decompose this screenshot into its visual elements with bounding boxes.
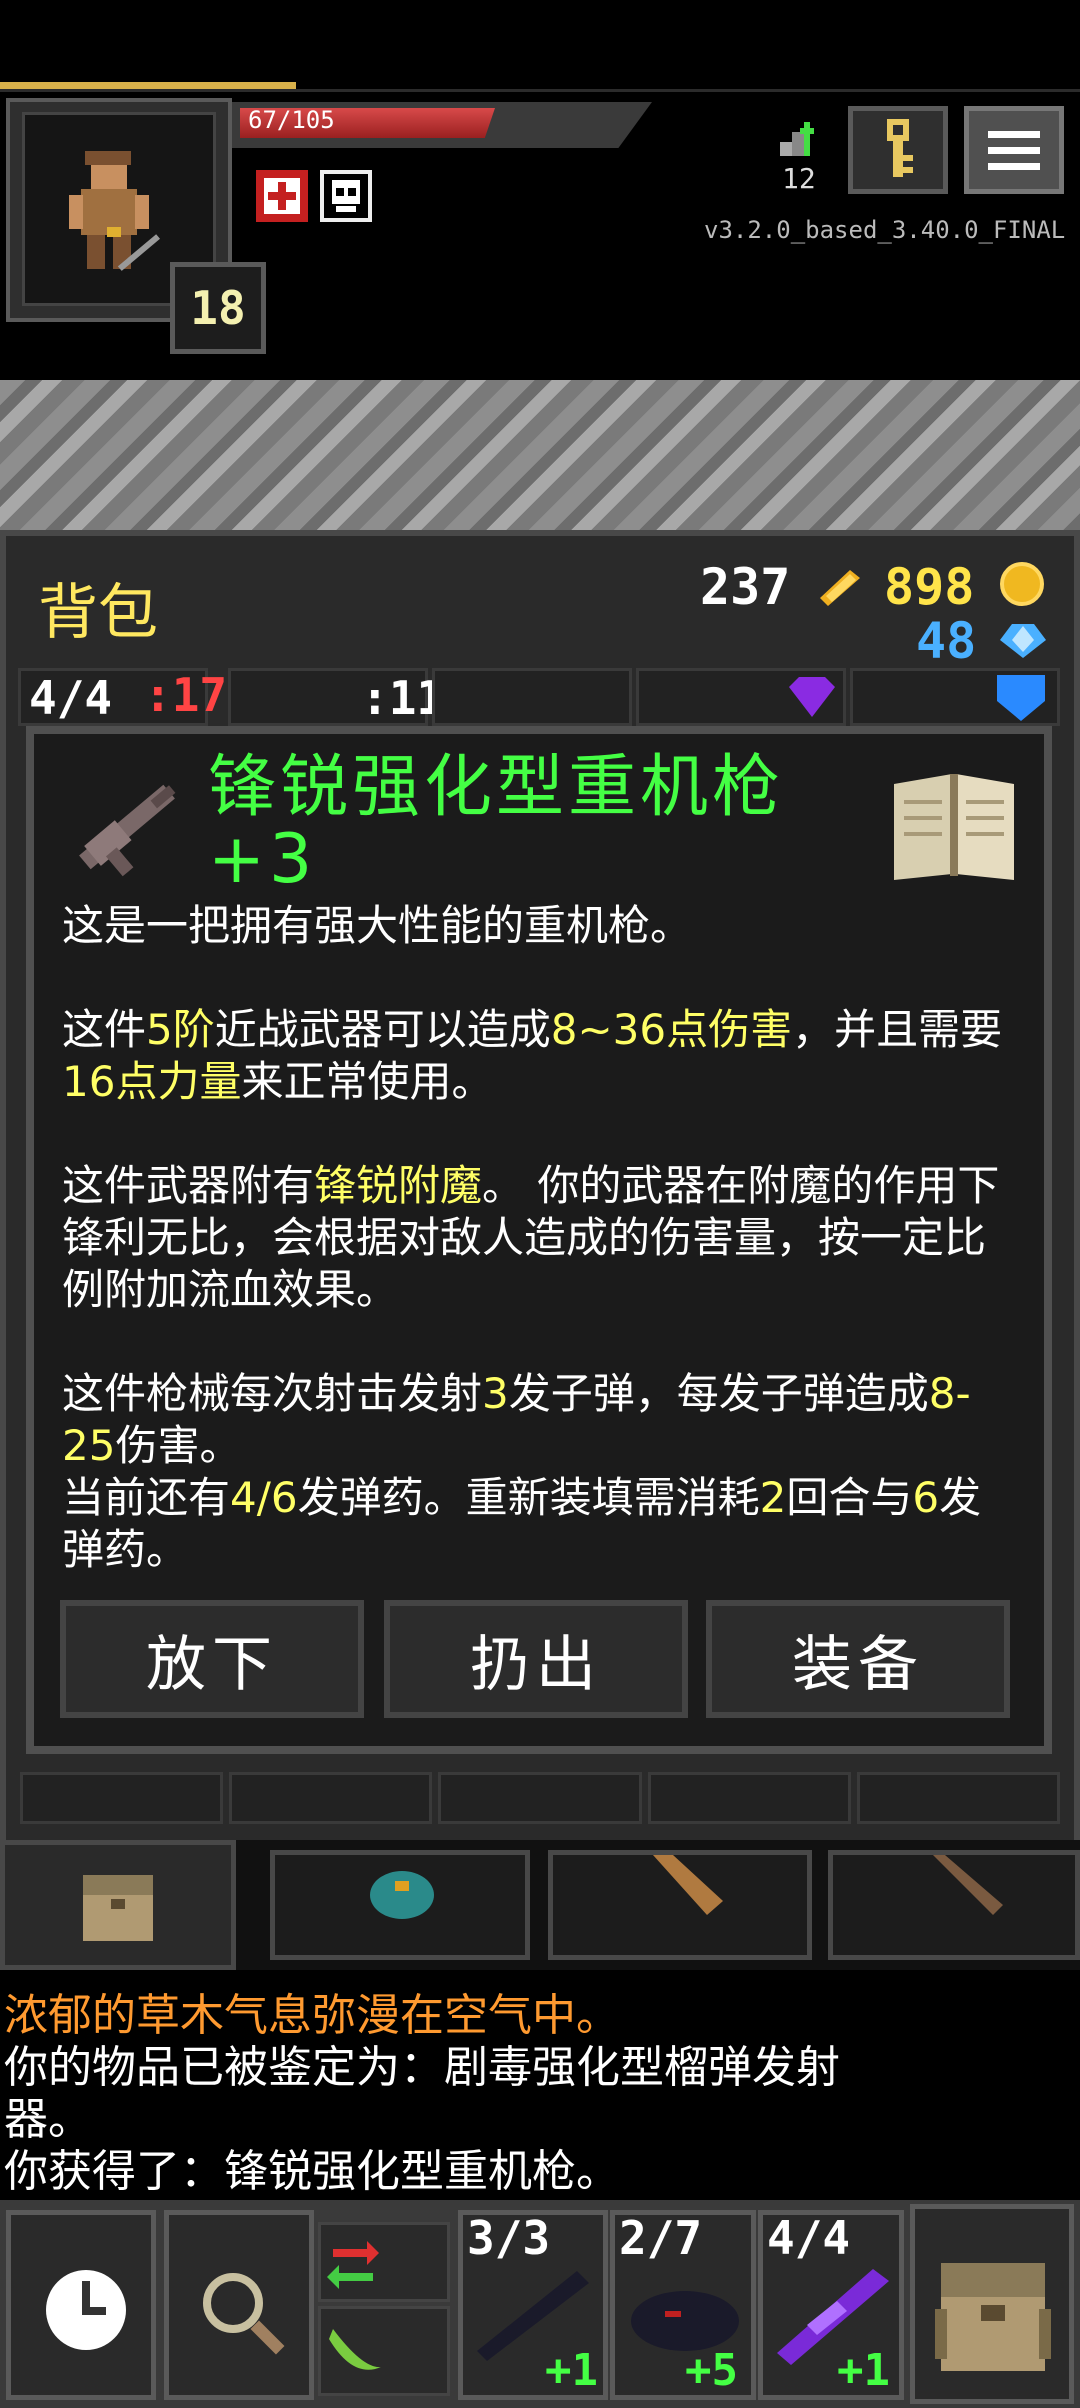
desc-para-3: 这件武器附有锋锐附魔。 你的武器在附魔的作用下锋利无比，会根据对敌人造成的伤害量… — [62, 1161, 1000, 1314]
machine-gun-icon — [62, 762, 192, 892]
desc-para-4: 这件枪械每次射击发射3发子弹，每发子弹造成8-25伤害。 — [62, 1369, 971, 1470]
desc-para-1: 这是一把拥有强大性能的重机枪。 — [62, 901, 693, 950]
bag-tab-weapons[interactable]: :17 — [142, 668, 232, 726]
menu-icon — [988, 130, 1040, 138]
drop-button[interactable]: 放下 — [60, 1600, 364, 1718]
search-button[interactable] — [164, 2210, 314, 2400]
hero-level-badge: 18 — [170, 262, 266, 354]
teal-pouch-icon — [370, 1871, 434, 1919]
scroll-holder-tab[interactable] — [548, 1850, 812, 1960]
sprite-quickslot[interactable] — [318, 2306, 450, 2396]
catalog-book-button[interactable] — [890, 770, 1018, 884]
seed-pouch-tab[interactable] — [270, 1850, 530, 1960]
medical-buff-icon[interactable] — [256, 170, 308, 222]
log-line-3: 你获得了：锋锐强化型重机枪。 — [4, 2146, 620, 2197]
message-log: 浓郁的草木气息弥漫在空气中。 你的物品已被鉴定为：剧毒强化型榴弹发射器。 你获得… — [0, 1990, 1080, 2200]
log-line-2: 你的物品已被鉴定为：剧毒强化型榴弹发射器。 — [4, 2042, 840, 2145]
scroll-holder-icon — [653, 1855, 723, 1915]
green-crescent-icon — [329, 2329, 381, 2370]
quickslot-2-ammo: 2/7 — [619, 2211, 703, 2265]
item-description: 这是一把拥有强大性能的重机枪。 这件5阶近战武器可以造成8~36点伤害，并且需要… — [62, 900, 1022, 1576]
backpack-title: 背包 — [38, 578, 158, 648]
bag-tab-scrolls[interactable]: :11 — [228, 668, 444, 726]
gold-coin-icon — [1000, 562, 1044, 606]
journal-key-button[interactable] — [848, 106, 948, 194]
main-menu-button[interactable] — [964, 106, 1064, 194]
bag-tab-all-label: 4/4 — [29, 671, 113, 725]
bag-tab-empty[interactable] — [432, 668, 632, 726]
quickslot-2[interactable]: 2/7 +5 — [610, 2210, 756, 2400]
item-title-name: 锋锐强化型重机枪 — [208, 748, 785, 827]
key-icon — [887, 119, 913, 177]
inventory-slot[interactable] — [20, 1772, 224, 1824]
energy-crystal-icon — [820, 566, 864, 610]
inventory-button[interactable] — [910, 2204, 1074, 2404]
gem-count: 48 — [916, 612, 977, 670]
backpack-icon — [935, 2263, 1051, 2371]
item-title-level: +3 — [208, 820, 317, 899]
main-backpack-tab[interactable] — [0, 1840, 236, 1970]
quickslot-1-ammo: 3/3 — [467, 2211, 551, 2265]
bag-tab-purple[interactable] — [636, 668, 846, 726]
quickslot-1[interactable]: 3/3 +1 — [458, 2210, 608, 2400]
experience-bar — [0, 82, 296, 89]
swap-arrows-icon — [327, 2241, 379, 2289]
stone-wall-tiles — [0, 380, 1080, 530]
skull-buff-icon[interactable] — [320, 170, 372, 222]
desc-para-5: 当前还有4/6发弹药。重新装填需消耗2回合与6发弹药。 — [62, 1473, 982, 1574]
quickslot-2-bonus: +5 — [685, 2345, 738, 2396]
wand-holster-tab[interactable] — [828, 1850, 1080, 1960]
experience-bar-track — [0, 89, 1080, 92]
desc-para-2: 这件5阶近战武器可以造成8~36点伤害，并且需要16点力量来正常使用。 — [62, 1005, 1003, 1106]
wait-button[interactable] — [6, 2210, 156, 2400]
backpack-icon — [83, 1875, 153, 1941]
bag-tab-blue[interactable] — [850, 668, 1060, 726]
log-line-1: 浓郁的草木气息弥漫在空气中。 — [4, 1990, 620, 2041]
hp-text: 67/105 — [248, 106, 335, 134]
inventory-slot[interactable] — [856, 1772, 1061, 1824]
inventory-slot[interactable] — [438, 1772, 642, 1824]
energy-count: 237 — [700, 558, 791, 616]
clock-icon — [46, 2270, 126, 2350]
inventory-slot-row — [20, 1772, 1061, 1824]
bag-tab-weapons-label: :17 — [144, 668, 228, 722]
quickslot-3[interactable]: 4/4 +1 — [758, 2210, 904, 2400]
throw-button[interactable]: 扔出 — [384, 1600, 688, 1718]
blue-shield-icon — [997, 675, 1045, 721]
gold-count: 898 — [884, 558, 975, 616]
quickslot-3-ammo: 4/4 — [767, 2211, 851, 2265]
wand-holster-icon — [933, 1855, 1003, 1915]
quickslot-1-bonus: +1 — [545, 2345, 598, 2396]
magnifier-icon — [203, 2273, 285, 2355]
inventory-slot[interactable] — [229, 1772, 433, 1824]
purple-gem-icon — [789, 677, 835, 717]
item-title: 锋锐强化型重机枪 +3 — [208, 752, 848, 896]
dungeon-depth: 12 — [782, 162, 816, 195]
inventory-slot[interactable] — [647, 1772, 851, 1824]
open-book-icon — [894, 774, 1014, 880]
version-label: v3.2.0_based_3.40.0_FINAL — [704, 216, 1066, 244]
blue-gem-icon — [1000, 620, 1046, 660]
swap-weapon-button[interactable] — [318, 2222, 450, 2302]
depth-stairs-icon — [780, 118, 820, 156]
quickslot-3-bonus: +1 — [837, 2345, 890, 2396]
equip-button[interactable]: 装备 — [706, 1600, 1010, 1718]
